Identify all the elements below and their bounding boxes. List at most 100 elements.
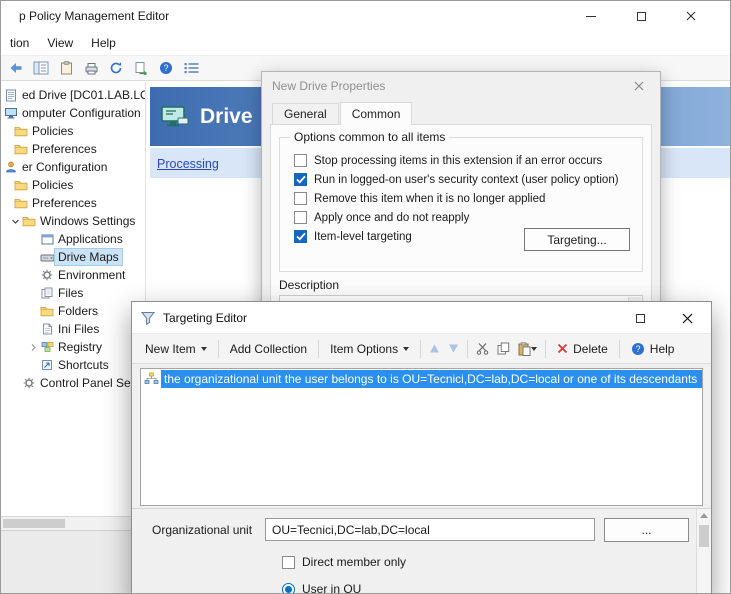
maximize-button[interactable] (617, 302, 664, 334)
tree-item-ini-files[interactable]: Ini Files (1, 320, 145, 338)
window-title: p Policy Management Editor (1, 9, 169, 23)
help-icon[interactable]: ? (155, 58, 177, 78)
tree-item-label: Windows Settings (37, 213, 138, 229)
menu-view[interactable]: View (38, 33, 82, 53)
add-collection-button[interactable]: Add Collection (223, 338, 314, 360)
tree-item-label: omputer Configuration (19, 105, 144, 121)
tree-item-shortcuts[interactable]: Shortcuts (1, 356, 145, 374)
menu-action[interactable]: tion (1, 33, 38, 53)
checkbox-unchecked[interactable] (294, 211, 307, 224)
new-item-button[interactable]: New Item (138, 338, 214, 360)
delete-button[interactable]: Delete (550, 338, 615, 360)
new-item-label: New Item (145, 342, 196, 356)
tree-item-label: Drive Maps (55, 249, 122, 265)
tree-item-preferences[interactable]: Preferences (1, 194, 145, 212)
list-view-icon[interactable] (180, 58, 202, 78)
tree-item-registry[interactable]: Registry (1, 338, 145, 356)
panel-scrollbar[interactable] (696, 509, 711, 594)
chevron-down-icon (403, 347, 409, 351)
scrollbar-thumb[interactable] (3, 519, 65, 528)
tab-general[interactable]: General (272, 103, 339, 126)
folder-icon (13, 197, 29, 209)
maximize-icon (636, 314, 645, 323)
targeting-button[interactable]: Targeting... (524, 228, 630, 251)
processing-link[interactable]: Processing (157, 157, 219, 171)
scroll-up-arrow[interactable] (700, 513, 708, 518)
copy-button[interactable] (493, 342, 514, 355)
tree-item-preferences[interactable]: Preferences (1, 140, 145, 158)
dialog-close-button[interactable] (618, 72, 660, 100)
toolbar-separator (545, 340, 546, 358)
refresh-icon[interactable] (105, 58, 127, 78)
tree-item-label: Ini Files (55, 321, 102, 337)
computer-icon (3, 107, 19, 119)
chevron-down-icon (531, 347, 537, 351)
option-label: Run in logged-on user's security context… (314, 174, 619, 186)
checkbox-unchecked[interactable] (294, 192, 307, 205)
help-button[interactable]: ? Help (624, 338, 682, 360)
chevron-right-icon[interactable] (27, 343, 39, 352)
direct-member-only-checkbox[interactable] (282, 556, 295, 569)
dialog-titlebar: Targeting Editor (132, 302, 711, 334)
targeting-toolbar: New Item Add Collection Item Options (132, 334, 711, 364)
tree-item-applications[interactable]: Applications (1, 230, 145, 248)
tree-item-folders[interactable]: Folders (1, 302, 145, 320)
toolbar-separator (467, 340, 468, 358)
tree-item-omputer-configuration[interactable]: omputer Configuration (1, 104, 145, 122)
option-stop-processing-items-in-this-extension-[interactable]: Stop processing items in this extension … (294, 151, 632, 170)
tree-item-windows-settings[interactable]: Windows Settings (1, 212, 145, 230)
paste-button[interactable] (514, 342, 541, 356)
cut-button[interactable] (472, 342, 493, 355)
user-in-ou-row[interactable]: User in OU (282, 582, 361, 594)
close-icon (634, 81, 644, 91)
tree-item-environment[interactable]: Environment (1, 266, 145, 284)
chevron-down-icon[interactable] (9, 217, 21, 226)
tree-view-icon[interactable] (30, 58, 52, 78)
checkbox-checked[interactable] (294, 173, 307, 186)
targeting-item[interactable]: the organizational unit the user belongs… (141, 369, 702, 388)
close-button[interactable] (666, 1, 716, 31)
organizational-unit-input[interactable] (265, 518, 595, 541)
close-button[interactable] (664, 302, 711, 334)
tree-item-er-configuration[interactable]: er Configuration (1, 158, 145, 176)
minimize-button[interactable] (566, 1, 616, 31)
menu-help[interactable]: Help (82, 33, 125, 53)
item-options-button[interactable]: Item Options (323, 338, 416, 360)
user-icon (3, 161, 19, 173)
drive-maps-icon (160, 105, 190, 129)
scrollbar-thumb[interactable] (699, 525, 709, 547)
tree-item-ed-drive-dc01-lab-loca[interactable]: ed Drive [DC01.LAB.LOCA (1, 86, 145, 104)
arrow-up-icon (429, 343, 440, 354)
checkbox-unchecked[interactable] (294, 154, 307, 167)
copy-icon (497, 342, 510, 355)
window-titlebar: p Policy Management Editor (1, 1, 730, 31)
tree-item-drive-maps[interactable]: Drive Maps (1, 248, 145, 266)
tree-item-control-panel-sett[interactable]: Control Panel Sett (1, 374, 145, 392)
delete-x-icon (557, 343, 568, 354)
export-icon[interactable] (130, 58, 152, 78)
option-apply-once-and-do-not-reapply[interactable]: Apply once and do not reapply (294, 208, 632, 227)
tree-item-files[interactable]: Files (1, 284, 145, 302)
option-remove-this-item-when-it-is-no-longer-ap[interactable]: Remove this item when it is no longer ap… (294, 189, 632, 208)
checkbox-checked[interactable] (294, 230, 307, 243)
option-run-in-logged-on-user-s-security-context[interactable]: Run in logged-on user's security context… (294, 170, 632, 189)
clipboard-icon[interactable] (55, 58, 77, 78)
tree-item-policies[interactable]: Policies (1, 122, 145, 140)
tree: ed Drive [DC01.LAB.LOCAomputer Configura… (1, 86, 145, 392)
files-icon (39, 287, 55, 299)
back-icon[interactable] (5, 58, 27, 78)
move-down-button[interactable] (444, 343, 463, 354)
printer-icon[interactable] (80, 58, 102, 78)
ini-icon (39, 323, 55, 335)
item-options-panel: Organizational unit ... Direct member on… (132, 508, 711, 594)
maximize-button[interactable] (616, 1, 666, 31)
tab-common[interactable]: Common (340, 102, 413, 125)
tree-horizontal-scrollbar[interactable] (1, 516, 144, 530)
direct-member-only-row[interactable]: Direct member only (282, 555, 406, 569)
user-in-ou-radio[interactable] (282, 583, 295, 594)
option-label: Remove this item when it is no longer ap… (314, 193, 545, 205)
option-label: Apply once and do not reapply (314, 212, 469, 224)
browse-button[interactable]: ... (604, 518, 689, 542)
tree-item-policies[interactable]: Policies (1, 176, 145, 194)
move-up-button[interactable] (425, 343, 444, 354)
